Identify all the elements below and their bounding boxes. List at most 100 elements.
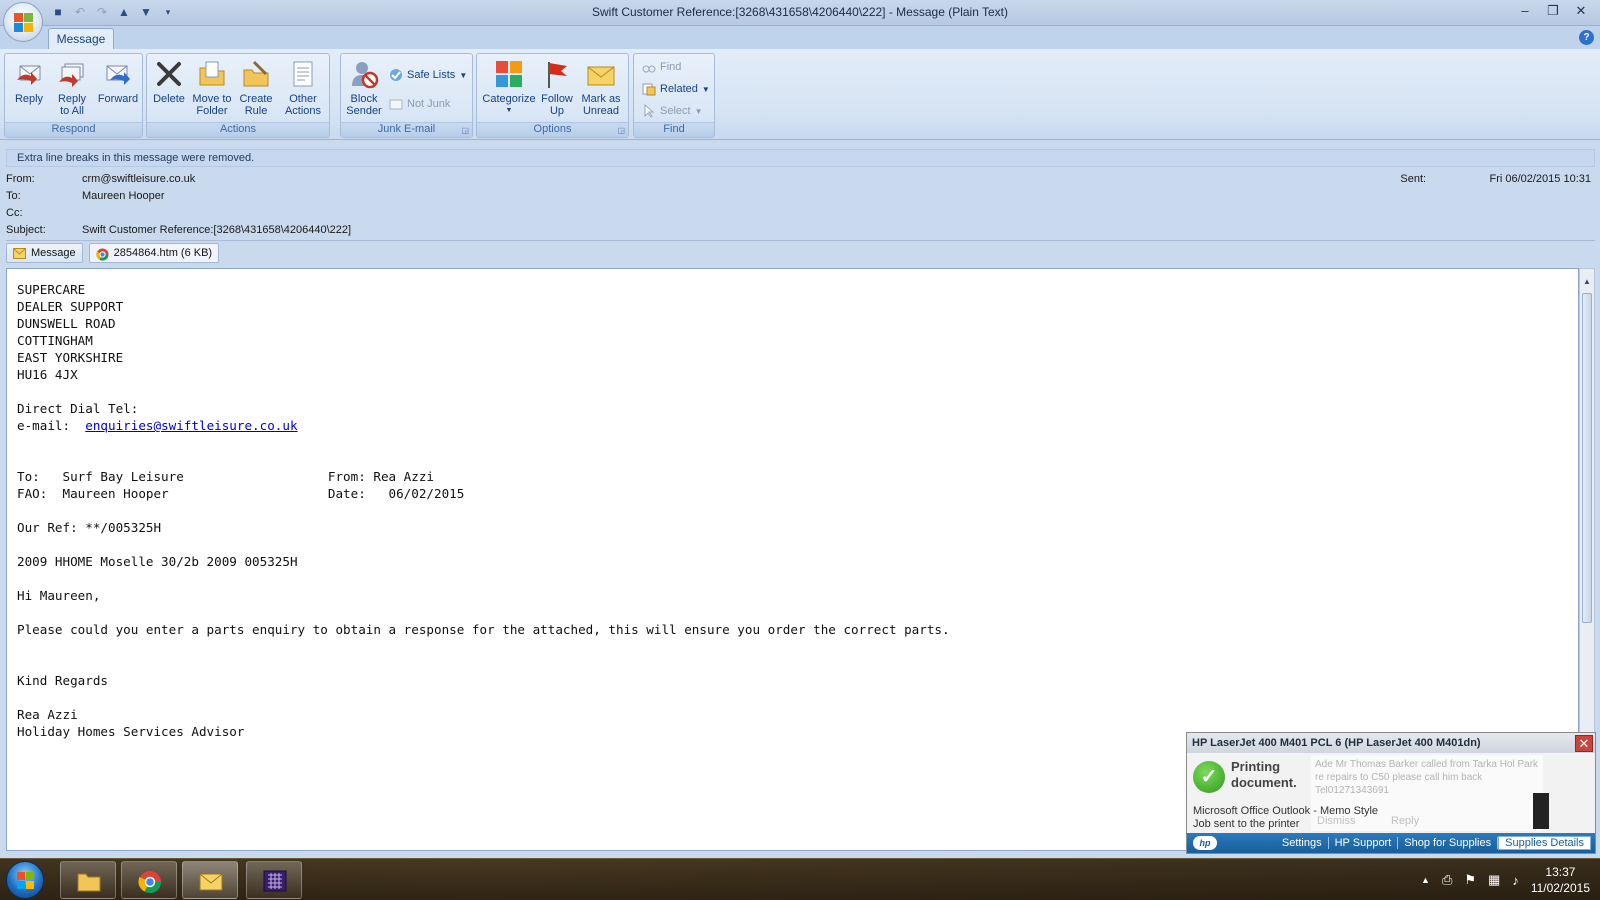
printer-notification-title: HP LaserJet 400 M401 PCL 6 (HP LaserJet … bbox=[1187, 733, 1595, 753]
junk-email-group-label: Junk E-mail bbox=[341, 122, 472, 137]
job-status: Job sent to the printer bbox=[1193, 818, 1300, 830]
actions-group-label: Actions bbox=[147, 122, 329, 137]
chevron-down-icon: ▼ bbox=[505, 107, 513, 114]
taskbar-app[interactable] bbox=[246, 861, 302, 899]
system-tray: ▲ ⎙ ⚑ ▦ ♪ 13:37 11/02/2015 bbox=[1421, 859, 1600, 900]
supplies-details-link[interactable]: Supplies Details bbox=[1498, 836, 1591, 850]
envelope-icon bbox=[13, 247, 26, 259]
forward-button[interactable]: Forward bbox=[95, 58, 141, 105]
options-group-label: Options bbox=[477, 122, 628, 137]
find-group: Find Related ▼ Select ▼ Find bbox=[633, 53, 715, 138]
chrome-icon bbox=[95, 248, 109, 261]
chrome-icon bbox=[138, 870, 162, 893]
flag-icon bbox=[541, 58, 573, 90]
other-actions-button[interactable]: Other Actions bbox=[279, 58, 327, 117]
show-hidden-icons-icon[interactable]: ▲ bbox=[1421, 875, 1430, 885]
reply-icon bbox=[13, 58, 45, 90]
mark-as-unread-button[interactable]: Mark as Unread bbox=[577, 58, 625, 117]
hp-logo: hp bbox=[1193, 836, 1217, 850]
volume-icon[interactable]: ♪ bbox=[1512, 873, 1519, 888]
printer-icon[interactable]: ⎙ bbox=[1442, 872, 1452, 888]
find-button[interactable]: Find bbox=[642, 60, 681, 74]
related-icon bbox=[642, 82, 656, 96]
taskbar-chrome[interactable] bbox=[121, 861, 177, 899]
dialog-launcher-icon[interactable]: ◲ bbox=[617, 126, 625, 135]
help-icon[interactable]: ? bbox=[1579, 30, 1594, 45]
taskbar-outlook[interactable] bbox=[182, 861, 238, 899]
office-logo-icon bbox=[14, 13, 34, 33]
not-junk-button[interactable]: Not Junk bbox=[389, 97, 450, 111]
dialog-launcher-icon[interactable]: ◲ bbox=[461, 126, 469, 135]
clock[interactable]: 13:37 11/02/2015 bbox=[1531, 864, 1590, 896]
chevron-down-icon: ▼ bbox=[701, 84, 710, 94]
taskbar-explorer[interactable] bbox=[60, 861, 116, 899]
delete-button[interactable]: Delete bbox=[151, 58, 187, 105]
safe-lists-icon bbox=[389, 68, 403, 82]
unread-envelope-icon bbox=[585, 58, 617, 90]
to-value[interactable]: Maureen Hooper bbox=[82, 190, 165, 202]
close-icon[interactable]: ✕ bbox=[1575, 735, 1593, 752]
block-sender-button[interactable]: Block Sender bbox=[343, 58, 385, 117]
email-link[interactable]: enquiries@swiftleisure.co.uk bbox=[85, 418, 297, 433]
respond-group-label: Respond bbox=[5, 122, 142, 137]
sent-value: Fri 06/02/2015 10:31 bbox=[1489, 173, 1591, 185]
sent-label: Sent: bbox=[1400, 173, 1427, 185]
select-button[interactable]: Select ▼ bbox=[642, 103, 703, 118]
other-actions-icon bbox=[287, 58, 319, 90]
maximize-icon[interactable]: ❐ bbox=[1540, 2, 1566, 20]
actions-group: Delete Move to Folder Create Rule Other … bbox=[146, 53, 330, 138]
cc-label: Cc: bbox=[6, 207, 23, 219]
shop-supplies-link[interactable]: Shop for Supplies bbox=[1398, 837, 1499, 849]
action-center-flag-icon[interactable]: ⚑ bbox=[1464, 872, 1476, 888]
block-sender-icon bbox=[348, 58, 380, 90]
attachment-file[interactable]: 2854864.htm (6 KB) bbox=[88, 243, 220, 263]
ribbon-tab-strip: Message ? bbox=[0, 26, 1600, 50]
cursor-icon bbox=[642, 103, 656, 118]
from-label: From: bbox=[6, 173, 35, 185]
reply-all-button[interactable]: Reply to All bbox=[51, 58, 93, 117]
chevron-down-icon: ▼ bbox=[459, 70, 468, 80]
reply-button[interactable]: Reply bbox=[1391, 815, 1419, 828]
from-value[interactable]: crm@swiftleisure.co.uk bbox=[82, 173, 195, 185]
office-button[interactable] bbox=[3, 2, 43, 42]
scroll-up-icon[interactable]: ▲ bbox=[1583, 277, 1591, 286]
tab-message[interactable]: Message bbox=[48, 28, 114, 50]
categorize-button[interactable]: Categorize ▼ bbox=[481, 58, 537, 117]
settings-link[interactable]: Settings bbox=[1276, 837, 1329, 849]
minimize-icon[interactable]: – bbox=[1512, 2, 1538, 20]
reply-button[interactable]: Reply bbox=[9, 58, 49, 105]
message-header: From: crm@swiftleisure.co.uk To: Maureen… bbox=[6, 170, 1595, 240]
start-button[interactable] bbox=[6, 861, 44, 899]
move-to-folder-button[interactable]: Move to Folder bbox=[189, 58, 235, 117]
info-bar[interactable]: Extra line breaks in this message were r… bbox=[6, 149, 1595, 167]
scrollbar-thumb[interactable] bbox=[1582, 293, 1592, 623]
junk-email-group: Block Sender Safe Lists ▼ Not Junk Junk … bbox=[340, 53, 473, 138]
close-icon[interactable]: ✕ bbox=[1568, 2, 1594, 20]
background-reminder: Ade Mr Thomas Barker called from Tarka H… bbox=[1311, 755, 1543, 831]
message-text: SUPERCARE DEALER SUPPORT DUNSWELL ROAD C… bbox=[17, 282, 950, 739]
taskbar: ▲ ⎙ ⚑ ▦ ♪ 13:37 11/02/2015 bbox=[0, 858, 1600, 900]
delete-icon bbox=[153, 58, 185, 90]
binoculars-icon bbox=[642, 60, 656, 74]
printer-notification: HP LaserJet 400 M401 PCL 6 (HP LaserJet … bbox=[1186, 732, 1596, 854]
network-icon[interactable]: ▦ bbox=[1488, 872, 1500, 888]
windows-logo-icon bbox=[17, 872, 35, 890]
categorize-icon bbox=[493, 58, 525, 90]
progress-block bbox=[1533, 793, 1549, 829]
sent-row: Sent: Fri 06/02/2015 10:31 bbox=[1400, 173, 1591, 185]
calculator-icon bbox=[263, 870, 287, 892]
follow-up-button[interactable]: Follow Up bbox=[539, 58, 575, 117]
folder-icon bbox=[196, 58, 228, 90]
window-controls: – ❐ ✕ bbox=[1512, 2, 1594, 20]
window-title: Swift Customer Reference:[3268\431658\42… bbox=[591, 5, 1009, 19]
find-group-label: Find bbox=[634, 122, 714, 137]
hp-support-link[interactable]: HP Support bbox=[1329, 837, 1399, 849]
attachment-bar: Message 2854864.htm (6 KB) bbox=[6, 243, 220, 265]
header-divider bbox=[6, 240, 1595, 241]
related-button[interactable]: Related ▼ bbox=[642, 82, 710, 96]
safe-lists-button[interactable]: Safe Lists ▼ bbox=[389, 68, 467, 82]
create-rule-button[interactable]: Create Rule bbox=[235, 58, 277, 117]
message-tab[interactable]: Message bbox=[6, 243, 83, 263]
title-bar: ■ ↶ ↷ ▲ ▼ ▾ Swift Customer Reference:[32… bbox=[0, 0, 1600, 26]
create-rule-icon bbox=[240, 58, 272, 90]
